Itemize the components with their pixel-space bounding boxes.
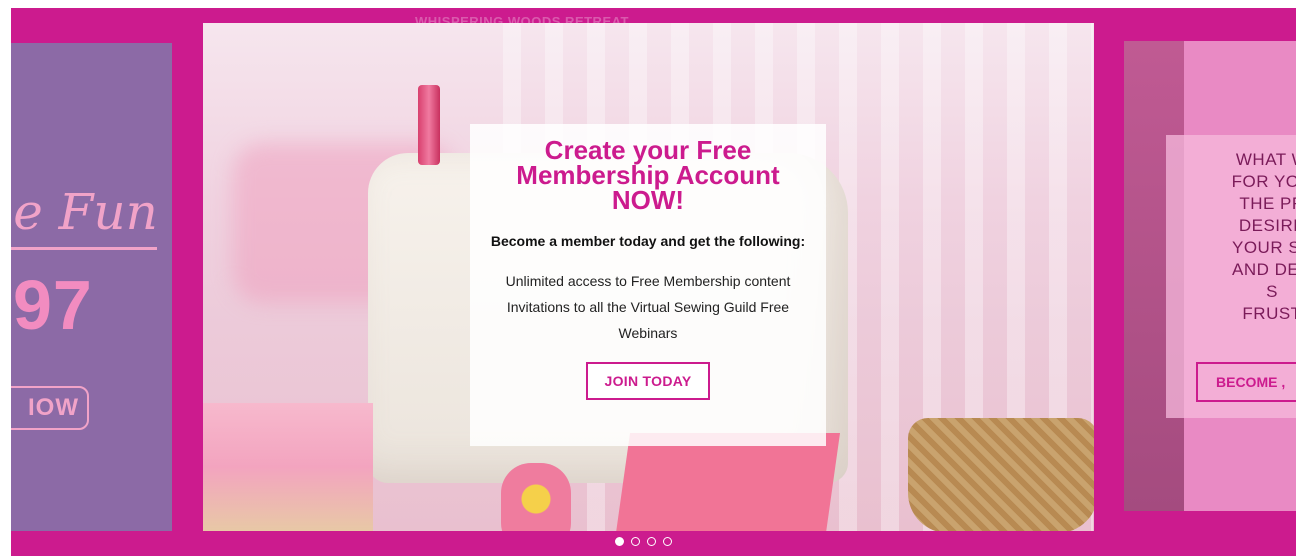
card-subtitle: Become a member today and get the follow…	[490, 233, 806, 249]
carousel-dot-2[interactable]	[631, 537, 640, 546]
slide-right[interactable]: WHAT W FOR YOU THE PR DESIRE YOUR SE AND…	[1124, 41, 1296, 511]
slide-center: Create your Free Membership Account NOW!…	[203, 23, 1094, 531]
text-line: S	[1266, 282, 1278, 301]
card-title: Create your Free Membership Account NOW!	[516, 135, 780, 215]
divider	[11, 247, 157, 250]
carousel-stage: WHISPERING WOODS RETREAT he Fun 97 IOW C…	[11, 8, 1296, 556]
membership-card: Create your Free Membership Account NOW!…	[470, 124, 826, 446]
thread-cone-image	[501, 463, 571, 531]
fabric-pile-image	[203, 403, 373, 531]
carousel-pagination	[615, 537, 672, 546]
text-line: WHAT W	[1235, 150, 1296, 169]
text-line: DESIRE	[1238, 216, 1296, 235]
benefit-item: Invitations to all the Virtual Sewing Gu…	[506, 299, 790, 341]
fabric-image	[615, 433, 841, 531]
text-line: THE PR	[1239, 194, 1296, 213]
right-slide-text: WHAT W FOR YOU THE PR DESIRE YOUR SE AND…	[1184, 149, 1296, 325]
script-text: he Fun	[11, 183, 158, 241]
join-today-button[interactable]: JOIN TODAY	[586, 362, 710, 400]
carousel-dot-1[interactable]	[615, 537, 624, 546]
carousel-dot-4[interactable]	[663, 537, 672, 546]
text-line: FOR YOU	[1231, 172, 1296, 191]
text-line: AND DEC	[1231, 260, 1296, 279]
thread-spool-image	[418, 85, 440, 165]
price-text: 97	[13, 266, 93, 344]
benefit-item: Unlimited access to Free Membership cont…	[505, 273, 791, 289]
become-member-button[interactable]: BECOME ,	[1196, 362, 1296, 402]
benefits-list: Unlimited access to Free Membership cont…	[488, 268, 808, 346]
text-line: FRUST	[1242, 304, 1296, 323]
buy-now-button[interactable]: IOW	[11, 386, 89, 430]
text-line: YOUR SE	[1231, 238, 1296, 257]
carousel-dot-3[interactable]	[647, 537, 656, 546]
slide-left[interactable]: he Fun 97 IOW	[11, 43, 172, 531]
basket-image	[908, 418, 1094, 531]
